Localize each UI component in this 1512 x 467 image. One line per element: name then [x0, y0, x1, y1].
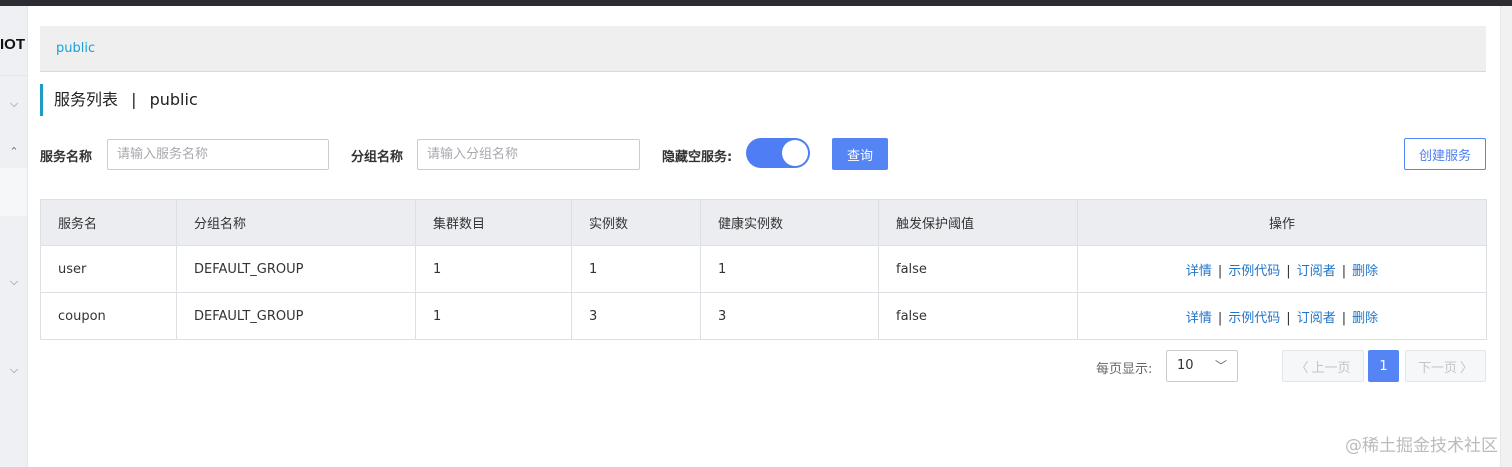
- prev-page-label: 上一页: [1311, 360, 1351, 376]
- chevron-right-icon: 〉: [1460, 360, 1474, 376]
- per-page-value: 10: [1177, 358, 1194, 373]
- toggle-knob: [782, 140, 808, 166]
- sidebar-active-item[interactable]: [0, 168, 27, 216]
- header-actions: 操作: [1077, 199, 1487, 246]
- header-protect-threshold: 触发保护阈值: [878, 199, 1078, 246]
- hide-empty-toggle[interactable]: [746, 138, 810, 168]
- prev-page-button[interactable]: 〈上一页: [1282, 350, 1364, 382]
- action-separator: |: [1217, 263, 1223, 279]
- detail-link[interactable]: 详情: [1186, 311, 1212, 326]
- header-cluster-count: 集群数目: [415, 199, 572, 246]
- header-instance-count: 实例数: [571, 199, 701, 246]
- watermark: @稀土掘金技术社区: [1345, 436, 1498, 456]
- service-name-input[interactable]: [107, 139, 329, 170]
- chevron-down-icon[interactable]: ⌵: [6, 96, 22, 112]
- vertical-scrollbar[interactable]: [1500, 6, 1512, 467]
- table-header-row: 服务名 分组名称 集群数目 实例数 健康实例数 触发保护阈值 操作: [40, 199, 1487, 246]
- cell-healthy-count: 1: [700, 245, 879, 293]
- cell-cluster-count: 1: [415, 292, 572, 340]
- subscribers-link[interactable]: 订阅者: [1297, 311, 1336, 326]
- sample-code-link[interactable]: 示例代码: [1228, 264, 1280, 279]
- cell-instance-count: 3: [571, 292, 701, 340]
- cell-service-name: coupon: [40, 292, 177, 340]
- service-name-label: 服务名称: [40, 150, 93, 165]
- group-name-input[interactable]: [417, 139, 640, 170]
- sidebar: IOT ⌵ ⌃ ⌵ ⌵: [0, 6, 28, 467]
- next-page-button[interactable]: 下一页〉: [1405, 350, 1486, 382]
- action-separator: |: [1341, 263, 1347, 279]
- group-name-label: 分组名称: [351, 150, 404, 165]
- chevron-left-icon: 〈: [1295, 360, 1309, 376]
- page-title-separator: |: [131, 90, 137, 109]
- table-row: user DEFAULT_GROUP 1 1 1 false 详情 | 示例代码 | 订…: [40, 245, 1487, 293]
- cell-actions: 详情 | 示例代码 | 订阅者 | 删除: [1077, 245, 1487, 293]
- window-top-bar: [0, 0, 1512, 6]
- chevron-down-icon[interactable]: ⌵: [6, 362, 22, 378]
- chevron-up-icon[interactable]: ⌃: [6, 143, 22, 159]
- cell-instance-count: 1: [571, 245, 701, 293]
- hide-empty-label: 隐藏空服务:: [662, 150, 733, 165]
- action-separator: |: [1286, 310, 1291, 326]
- delete-link[interactable]: 删除: [1352, 311, 1378, 326]
- table-row: coupon DEFAULT_GROUP 1 3 3 false 详情 | 示例代码…: [40, 292, 1487, 340]
- query-button[interactable]: 查询: [832, 138, 888, 170]
- sidebar-brand: IOT: [0, 32, 27, 76]
- create-service-button[interactable]: 创建服务: [1404, 138, 1486, 170]
- subscribers-link[interactable]: 订阅者: [1297, 264, 1336, 279]
- sample-code-link[interactable]: 示例代码: [1228, 311, 1280, 326]
- namespace-link[interactable]: public: [56, 41, 95, 56]
- action-separator: |: [1286, 263, 1291, 279]
- cell-protect-threshold: false: [878, 245, 1078, 293]
- page-title: 服务列表 | public: [40, 84, 198, 116]
- cell-protect-threshold: false: [878, 292, 1078, 340]
- service-table: 服务名 分组名称 集群数目 实例数 健康实例数 触发保护阈值 操作 user D…: [40, 199, 1487, 340]
- delete-link[interactable]: 删除: [1352, 264, 1378, 279]
- header-service-name: 服务名: [40, 199, 177, 246]
- header-group-name: 分组名称: [176, 199, 416, 246]
- action-separator: |: [1217, 310, 1223, 326]
- page-title-text: 服务列表: [54, 90, 119, 109]
- cell-actions: 详情 | 示例代码 | 订阅者 | 删除: [1077, 292, 1487, 340]
- chevron-down-icon: ﹀: [1214, 359, 1227, 373]
- namespace-bar: public: [40, 26, 1486, 72]
- next-page-label: 下一页: [1417, 360, 1457, 376]
- per-page-label: 每页显示:: [1096, 362, 1153, 377]
- action-separator: |: [1341, 310, 1347, 326]
- cell-service-name: user: [40, 245, 177, 293]
- cell-group-name: DEFAULT_GROUP: [176, 292, 416, 340]
- cell-group-name: DEFAULT_GROUP: [176, 245, 416, 293]
- page-number-current[interactable]: 1: [1368, 350, 1399, 382]
- per-page-select[interactable]: 10 ﹀: [1166, 350, 1238, 382]
- chevron-down-icon[interactable]: ⌵: [6, 274, 22, 290]
- cell-cluster-count: 1: [415, 245, 572, 293]
- header-healthy-count: 健康实例数: [700, 199, 879, 246]
- page-title-namespace: public: [149, 90, 198, 109]
- cell-healthy-count: 3: [700, 292, 879, 340]
- detail-link[interactable]: 详情: [1186, 264, 1212, 279]
